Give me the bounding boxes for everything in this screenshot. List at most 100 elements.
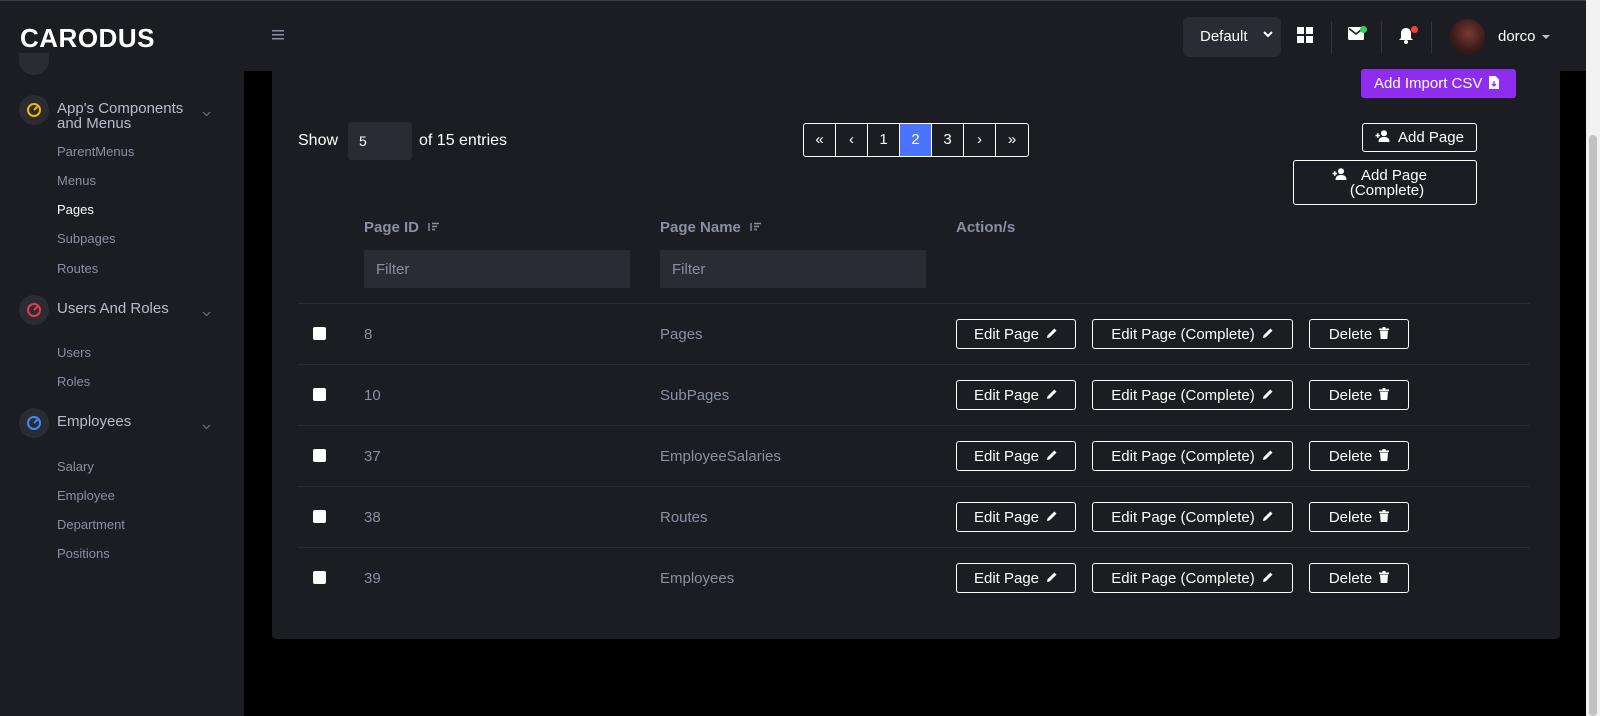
page-name-cell: SubPages <box>660 387 730 404</box>
theme-select[interactable]: Default <box>1183 17 1281 57</box>
gauge-icon <box>19 295 49 325</box>
edit-page-label: Edit Page <box>973 386 1040 404</box>
page-id-cell: 39 <box>364 570 381 587</box>
prev-page-button[interactable]: ‹ <box>836 124 868 156</box>
edit-page-button[interactable]: Edit Page <box>956 441 1076 471</box>
column-header-page-id[interactable]: Page ID <box>364 219 440 236</box>
delete-button[interactable]: Delete <box>1309 319 1409 349</box>
sidebar-section-label: App's Components and Menus <box>57 100 184 132</box>
sidebar-item-employee[interactable]: Employee <box>57 488 115 503</box>
scrollbar-thumb[interactable] <box>1589 135 1597 716</box>
add-user-icon <box>1332 167 1347 183</box>
page-3-button[interactable]: 3 <box>932 124 964 156</box>
pencil-icon <box>1046 326 1058 343</box>
add-page-button[interactable]: Add Page <box>1362 123 1477 152</box>
sidebar-item-pages[interactable]: Pages <box>57 202 94 217</box>
sidebar-item-roles[interactable]: Roles <box>57 374 90 389</box>
edit-page-button[interactable]: Edit Page <box>956 319 1076 349</box>
edit-page-complete-label: Edit Page (Complete) <box>1111 447 1255 465</box>
page-name-filter-input[interactable]: Filter <box>660 250 926 288</box>
row-checkbox[interactable] <box>313 327 326 340</box>
user-menu[interactable]: dorco <box>1498 28 1550 45</box>
sort-icon[interactable] <box>750 219 762 236</box>
row-divider <box>298 425 1530 426</box>
sidebar-item-salary[interactable]: Salary <box>57 459 94 474</box>
edit-page-button[interactable]: Edit Page <box>956 563 1076 593</box>
apps-grid-icon[interactable] <box>1297 27 1317 47</box>
pencil-icon <box>1046 509 1058 526</box>
last-page-button[interactable]: » <box>996 124 1028 156</box>
page-1-button[interactable]: 1 <box>868 124 900 156</box>
edit-page-complete-button[interactable]: Edit Page (Complete) <box>1092 441 1293 471</box>
pencil-icon <box>1262 387 1274 404</box>
page-id-filter-input[interactable]: Filter <box>364 250 630 288</box>
edit-page-complete-button[interactable]: Edit Page (Complete) <box>1092 502 1293 532</box>
edit-page-label: Edit Page <box>973 447 1040 465</box>
column-label: Page ID <box>364 219 420 236</box>
sidebar-item-routes[interactable]: Routes <box>57 261 98 276</box>
pencil-icon <box>1262 448 1274 465</box>
entries-label: of 15 entries <box>419 132 508 149</box>
sidebar-item-menus[interactable]: Menus <box>57 173 96 188</box>
trash-icon <box>1379 570 1390 587</box>
sidebar-item-department[interactable]: Department <box>57 517 125 532</box>
add-import-csv-label: Add Import CSV <box>1374 75 1483 92</box>
avatar[interactable] <box>1449 19 1485 55</box>
partial-section-icon <box>19 53 49 75</box>
sidebar-item-parentmenus[interactable]: ParentMenus <box>57 144 134 159</box>
first-page-button[interactable]: « <box>804 124 836 156</box>
add-page-complete-label: Add Page (Complete) <box>1349 166 1427 199</box>
divider <box>1431 21 1432 53</box>
pencil-icon <box>1262 509 1274 526</box>
page-id-cell: 10 <box>364 387 381 404</box>
row-checkbox[interactable] <box>313 388 326 401</box>
edit-page-complete-label: Edit Page (Complete) <box>1111 386 1255 404</box>
sidebar: App's Components and Menus ParentMenus M… <box>0 53 244 716</box>
sidebar-item-subpages[interactable]: Subpages <box>57 231 116 246</box>
show-label: Show <box>298 132 339 149</box>
delete-button[interactable]: Delete <box>1309 441 1409 471</box>
delete-button[interactable]: Delete <box>1309 563 1409 593</box>
page-scrollbar[interactable] <box>1586 0 1600 716</box>
row-checkbox[interactable] <box>313 449 326 462</box>
row-checkbox[interactable] <box>313 571 326 584</box>
pencil-icon <box>1262 326 1274 343</box>
delete-button[interactable]: Delete <box>1309 502 1409 532</box>
edit-page-complete-label: Edit Page (Complete) <box>1111 325 1255 343</box>
page-2-button[interactable]: 2 <box>900 124 932 156</box>
add-page-complete-button[interactable]: Add Page (Complete) <box>1293 160 1477 205</box>
gauge-icon <box>19 95 49 125</box>
sidebar-item-positions[interactable]: Positions <box>57 546 110 561</box>
sort-icon[interactable] <box>428 219 440 236</box>
edit-page-complete-button[interactable]: Edit Page (Complete) <box>1092 319 1293 349</box>
next-page-button[interactable]: › <box>964 124 996 156</box>
add-import-csv-button[interactable]: Add Import CSV <box>1361 69 1516 98</box>
column-header-page-name[interactable]: Page Name <box>660 219 762 236</box>
divider <box>1381 21 1382 53</box>
sidebar-section-label: Employees <box>57 413 132 430</box>
edit-page-complete-button[interactable]: Edit Page (Complete) <box>1092 563 1293 593</box>
sidebar-item-users[interactable]: Users <box>57 345 91 360</box>
caret-down-icon <box>1541 35 1550 40</box>
column-header-actions: Action/s <box>956 219 1016 236</box>
trash-icon <box>1379 326 1390 343</box>
row-divider <box>298 303 1530 304</box>
chevron-down-icon <box>202 304 211 322</box>
row-checkbox[interactable] <box>313 510 326 523</box>
delete-label: Delete <box>1328 447 1373 465</box>
brand-logo[interactable]: CARODUS <box>20 23 155 54</box>
delete-button[interactable]: Delete <box>1309 380 1409 410</box>
edit-page-button[interactable]: Edit Page <box>956 502 1076 532</box>
sidebar-section-label: Users And Roles <box>57 300 169 317</box>
trash-icon <box>1379 387 1390 404</box>
chevron-down-icon <box>202 417 211 435</box>
username: dorco <box>1498 28 1536 45</box>
column-label: Page Name <box>660 219 741 236</box>
edit-page-label: Edit Page <box>973 325 1040 343</box>
delete-label: Delete <box>1328 386 1373 404</box>
menu-toggle-icon[interactable] <box>272 27 284 43</box>
page-size-input[interactable]: 5 <box>348 122 412 160</box>
edit-page-complete-button[interactable]: Edit Page (Complete) <box>1092 380 1293 410</box>
edit-page-button[interactable]: Edit Page <box>956 380 1076 410</box>
page-name-cell: Employees <box>660 570 735 587</box>
